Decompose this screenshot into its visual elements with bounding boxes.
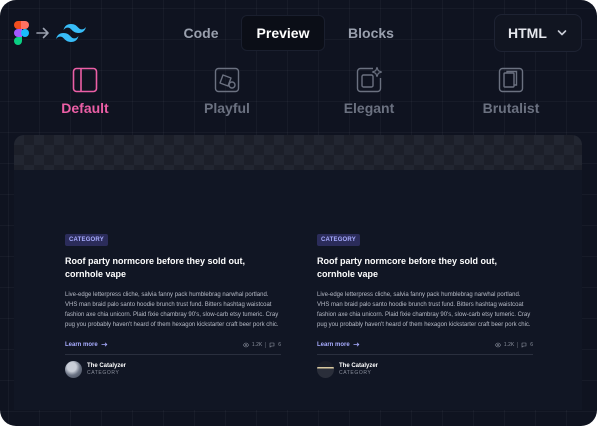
sparkle-frame-icon (356, 66, 383, 93)
comment-icon (521, 342, 527, 347)
card-meta: Learn more 1.2K 6 (317, 339, 533, 355)
stats-divider (517, 341, 519, 348)
chevron-down-icon (557, 30, 567, 36)
card-title[interactable]: Roof party normcore before they sold out… (65, 255, 281, 281)
eye-icon (494, 342, 501, 347)
style-picker: Default Playful Elegant Brutalist (14, 66, 582, 116)
view-count: 1.2K (503, 341, 515, 348)
style-option-label: Default (61, 100, 109, 116)
author-name: The Catalyzer (339, 363, 379, 369)
card-body: Live-edge letterpress cliche, salvia fan… (65, 292, 279, 328)
figma-icon (14, 21, 29, 45)
view-tabs: Code Preview Blocks (165, 15, 413, 51)
card-stats: 1.2K 6 (242, 341, 281, 348)
blog-card: CATEGORY Roof party normcore before they… (317, 228, 533, 378)
style-option-brutalist[interactable]: Brutalist (440, 66, 582, 116)
learn-more-link[interactable]: Learn more (317, 342, 360, 348)
style-option-default[interactable]: Default (14, 66, 156, 116)
author-block: The Catalyzer CATEGORY (65, 361, 281, 378)
author-role: CATEGORY (339, 370, 372, 376)
category-badge: CATEGORY (317, 234, 360, 246)
tailwind-icon (56, 24, 86, 42)
preview-header-strip (14, 135, 582, 170)
shapes-icon (214, 67, 240, 93)
stacked-frames-icon (498, 67, 524, 93)
learn-more-label: Learn more (317, 341, 350, 348)
stats-divider (265, 341, 267, 348)
card-meta: Learn more 1.2K 6 (65, 339, 281, 355)
style-option-playful[interactable]: Playful (156, 66, 298, 116)
layout-sidebar-icon (72, 67, 98, 93)
brand-logos (14, 20, 86, 46)
learn-more-label: Learn more (65, 341, 98, 348)
view-count: 1.2K (251, 341, 263, 348)
app-window: Code Preview Blocks HTML Default Playful (0, 0, 597, 426)
tab-blocks[interactable]: Blocks (329, 15, 413, 51)
tab-code[interactable]: Code (165, 15, 237, 51)
author-role: CATEGORY (87, 370, 120, 376)
language-select[interactable]: HTML (494, 14, 582, 52)
comment-count: 6 (278, 341, 281, 348)
arrow-right-icon (101, 342, 108, 347)
style-option-label: Playful (204, 100, 250, 116)
card-title[interactable]: Roof party normcore before they sold out… (317, 255, 533, 281)
style-option-label: Brutalist (482, 100, 540, 116)
eye-icon (242, 342, 249, 347)
language-select-value: HTML (508, 25, 547, 41)
author-name: The Catalyzer (87, 363, 127, 369)
arrow-right-icon (36, 27, 49, 39)
category-badge: CATEGORY (65, 234, 108, 246)
arrow-right-icon (353, 342, 360, 347)
style-option-label: Elegant (343, 100, 395, 116)
blog-card: CATEGORY Roof party normcore before they… (65, 228, 281, 378)
comment-icon (269, 342, 275, 347)
card-body: Live-edge letterpress cliche, salvia fan… (317, 292, 531, 328)
author-block: The Catalyzer CATEGORY (317, 361, 533, 378)
tab-preview[interactable]: Preview (241, 15, 325, 51)
avatar (317, 361, 334, 378)
learn-more-link[interactable]: Learn more (65, 342, 108, 348)
style-option-elegant[interactable]: Elegant (298, 66, 440, 116)
comment-count: 6 (530, 341, 533, 348)
card-stats: 1.2K 6 (494, 341, 533, 348)
avatar (65, 361, 82, 378)
